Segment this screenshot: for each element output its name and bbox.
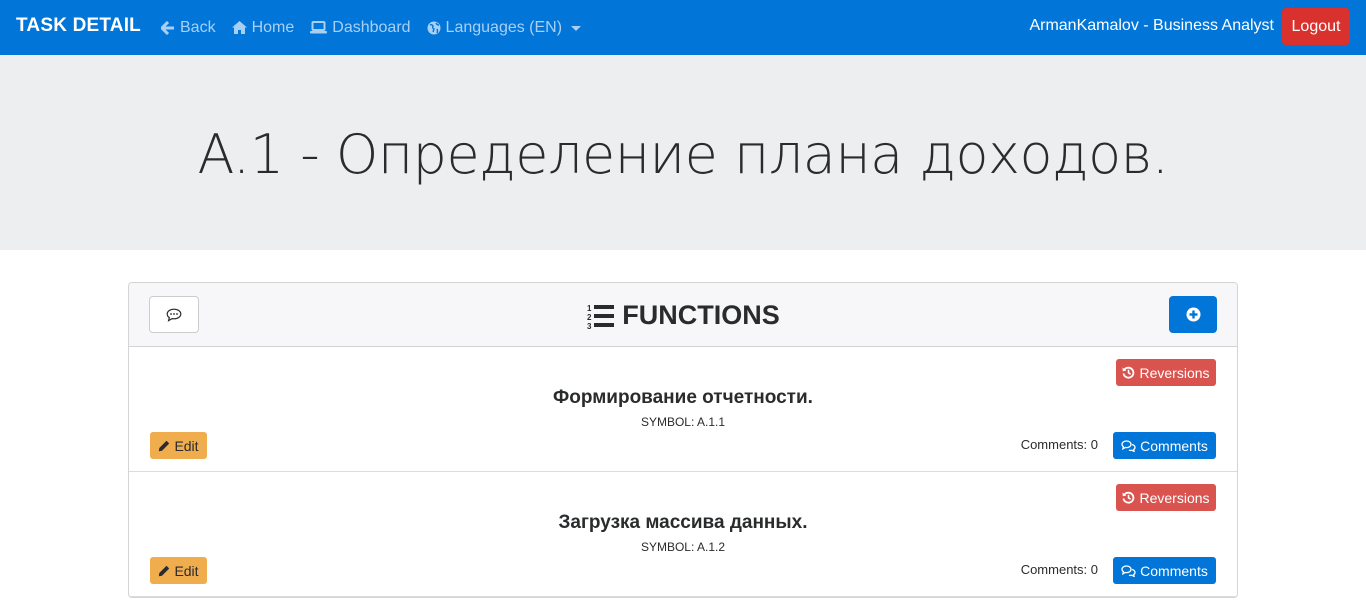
chevron-down-icon xyxy=(571,26,582,31)
nav-dashboard-label: Dashboard xyxy=(332,18,411,36)
svg-text:1: 1 xyxy=(587,304,592,313)
comments-count: Comments: 0 xyxy=(1020,562,1098,577)
comments-button[interactable]: Comments xyxy=(1113,557,1216,584)
list-ol-icon: 1 2 3 xyxy=(587,304,615,330)
function-title: Формирование отчетности. xyxy=(553,387,813,408)
globe-icon xyxy=(427,21,441,34)
add-function-button[interactable] xyxy=(1169,296,1217,333)
plus-circle-icon xyxy=(1186,307,1200,322)
functions-card-header: 1 2 3 FUNCTIONS xyxy=(129,283,1237,347)
current-user-label: ArmanKamalov - Business Analyst xyxy=(1029,17,1274,34)
edit-button[interactable]: Edit xyxy=(150,432,207,459)
nav-back-label: Back xyxy=(180,18,216,36)
nav-back-link[interactable]: Back xyxy=(161,19,216,37)
top-navbar: TASK DETAIL Back Home Dashboard Language… xyxy=(0,0,1366,55)
reversions-button[interactable]: Reversions xyxy=(1116,359,1216,386)
page-title: A.1 - Определение плана доходов. xyxy=(197,123,1169,186)
comments-button[interactable]: Comments xyxy=(1113,432,1216,459)
page-header: A.1 - Определение плана доходов. xyxy=(0,55,1366,250)
navbar-brand[interactable]: TASK DETAIL xyxy=(16,15,141,37)
functions-heading-label: FUNCTIONS xyxy=(622,300,780,330)
pencil-icon xyxy=(159,565,170,576)
comments-label: Comments xyxy=(1140,562,1208,579)
comments-label: Comments xyxy=(1140,437,1208,454)
function-item: Reversions Формирование отчетности. SYMB… xyxy=(129,347,1237,472)
history-icon xyxy=(1122,491,1135,504)
nav-links: Back Home Dashboard Languages (EN) xyxy=(161,0,597,55)
svg-text:3: 3 xyxy=(587,322,592,330)
nav-languages-dropdown[interactable]: Languages (EN) xyxy=(427,19,582,37)
function-item: Reversions Загрузка массива данных. SYMB… xyxy=(129,472,1237,597)
function-symbol: SYMBOL: A.1.1 xyxy=(640,415,726,429)
edit-label: Edit xyxy=(174,437,199,454)
laptop-icon xyxy=(310,21,328,34)
edit-label: Edit xyxy=(174,562,199,579)
nav-languages-label: Languages (EN) xyxy=(445,18,563,36)
function-title: Загрузка массива данных. xyxy=(558,512,808,533)
edit-button[interactable]: Edit xyxy=(150,557,207,584)
reversions-button[interactable]: Reversions xyxy=(1116,484,1216,511)
svg-text:2: 2 xyxy=(587,313,592,322)
reversions-label: Reversions xyxy=(1139,364,1210,381)
comments-icon xyxy=(1121,564,1136,577)
function-symbol: SYMBOL: A.1.2 xyxy=(640,540,726,554)
home-icon xyxy=(231,21,247,34)
nav-home-label: Home xyxy=(251,18,295,36)
history-icon xyxy=(1122,366,1135,379)
nav-dashboard-link[interactable]: Dashboard xyxy=(310,18,411,37)
functions-heading: 1 2 3 FUNCTIONS xyxy=(129,300,1237,331)
logout-button[interactable]: Logout xyxy=(1282,8,1350,45)
comments-icon xyxy=(1121,439,1136,452)
pencil-icon xyxy=(159,440,170,451)
nav-home-link[interactable]: Home xyxy=(231,18,295,37)
reversions-label: Reversions xyxy=(1139,489,1210,506)
comments-count: Comments: 0 xyxy=(1020,437,1098,452)
functions-card: 1 2 3 FUNCTIONS Reversions Формирование … xyxy=(128,282,1238,598)
arrow-left-icon xyxy=(161,20,174,35)
